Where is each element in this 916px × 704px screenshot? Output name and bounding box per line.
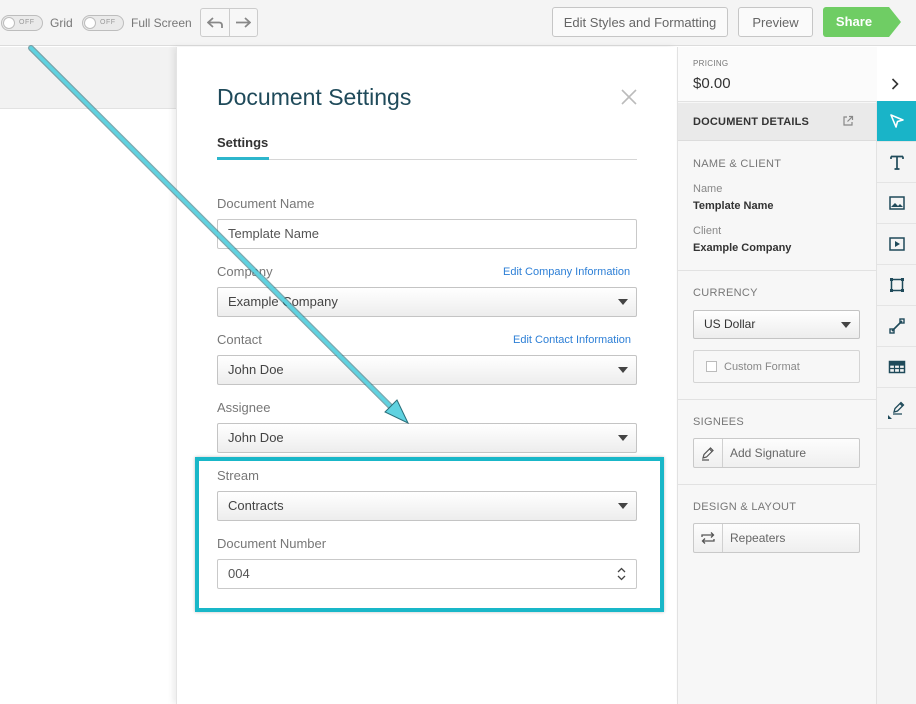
annotation-arrow — [28, 45, 410, 425]
